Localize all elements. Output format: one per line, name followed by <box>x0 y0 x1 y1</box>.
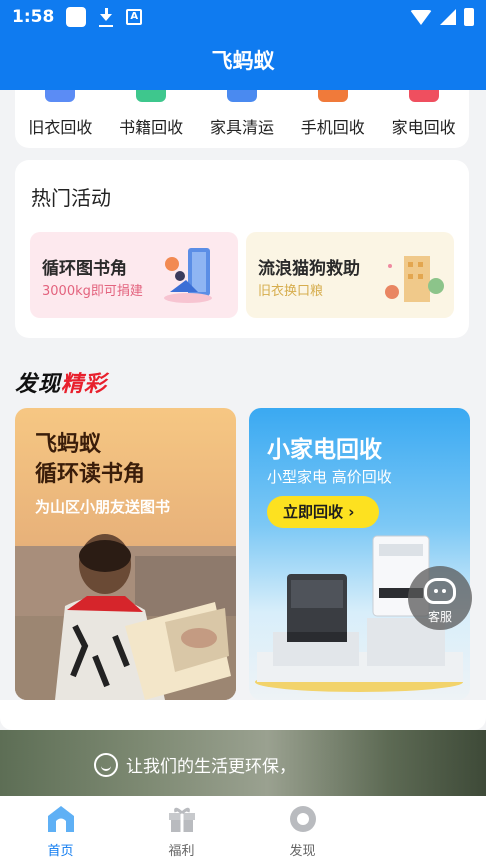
event-animal-rescue[interactable]: 流浪猫狗救助 旧衣换口粮 <box>246 232 454 318</box>
gift-icon <box>168 807 195 832</box>
tab-benefits[interactable]: 福利 <box>121 796 242 864</box>
notification-icon <box>66 7 87 27</box>
category-row: 旧衣回收 书籍回收 家具清运 手机回收 家电回收 <box>15 90 469 148</box>
event-book-corner[interactable]: 循环图书角 3000kg即可捐建 <box>30 232 238 318</box>
tab-label: 发现 <box>289 844 316 859</box>
battery-icon <box>464 8 474 26</box>
customer-service-button[interactable]: 客服 <box>408 566 472 630</box>
status-time: 1:58 <box>12 7 55 27</box>
hot-events-card: 热门活动 循环图书角 3000kg即可捐建 流浪猫狗救助 旧衣换口粮 <box>15 160 469 338</box>
signal-icon <box>440 9 456 25</box>
content-bottom <box>0 700 486 730</box>
tab-discover[interactable]: 发现 <box>242 796 363 864</box>
discover-icon <box>289 806 316 832</box>
category-label: 家具清运 <box>209 118 274 137</box>
category-label: 旧衣回收 <box>28 118 93 137</box>
category-appliance[interactable]: 家电回收 <box>379 90 469 148</box>
tab-label: 首页 <box>47 844 74 859</box>
recycle-now-button[interactable]: 立即回收 › <box>267 496 379 528</box>
a-notification-icon: A <box>126 9 143 25</box>
promo-title-line2: 循环读书角 <box>35 462 146 487</box>
promo-subtitle: 为山区小朋友送图书 <box>35 498 171 516</box>
category-books[interactable]: 书籍回收 <box>106 90 196 148</box>
tab-home[interactable]: 首页 <box>0 796 121 864</box>
event-title: 流浪猫狗救助 <box>258 259 360 279</box>
clothes-icon <box>45 90 76 102</box>
service-label: 客服 <box>427 610 452 624</box>
book-icon <box>136 90 167 102</box>
furniture-icon <box>226 90 257 102</box>
event-subtitle: 旧衣换口粮 <box>258 284 324 299</box>
slogan: 让我们的生活更环保， <box>94 752 296 777</box>
promo-reading-corner[interactable]: 飞蚂蚁 循环读书角 为山区小朋友送图书 <box>15 408 236 700</box>
app-bar: 飞蚂蚁 <box>0 34 486 90</box>
category-old-clothes[interactable]: 旧衣回收 <box>15 90 105 148</box>
download-icon <box>98 7 114 27</box>
discover-heading: 发现精彩 <box>15 366 107 398</box>
robot-face-icon <box>424 578 456 604</box>
event-subtitle: 3000kg即可捐建 <box>42 284 143 299</box>
smile-icon <box>94 752 118 777</box>
home-icon <box>47 806 74 832</box>
bottom-tab-bar: 首页 福利 发现 <box>0 796 486 864</box>
tab-profile[interactable] <box>363 796 484 864</box>
section-title: 热门活动 <box>31 186 111 210</box>
promo-subtitle: 小型家电 高价回收 <box>267 468 392 486</box>
category-furniture[interactable]: 家具清运 <box>197 90 287 148</box>
slogan-text: 让我们的生活更环保， <box>126 757 296 777</box>
category-label: 家电回收 <box>391 118 456 137</box>
promo-appliance-recycling[interactable]: 小家电回收 小型家电 高价回收 立即回收 › <box>249 408 470 700</box>
discover-heading-red: 精彩 <box>61 372 108 397</box>
wifi-icon <box>410 9 432 25</box>
reading-illustration <box>164 248 212 303</box>
promo-title: 小家电回收 <box>267 437 382 463</box>
event-title: 循环图书角 <box>42 259 127 279</box>
promo-title-line1: 飞蚂蚁 <box>35 432 102 457</box>
category-label: 手机回收 <box>300 118 365 137</box>
app-title: 飞蚂蚁 <box>211 49 275 73</box>
category-phone[interactable]: 手机回收 <box>288 90 378 148</box>
discover-heading-black: 发现 <box>15 372 62 397</box>
status-bar: 1:58 A <box>0 0 486 34</box>
tab-label: 福利 <box>168 844 195 859</box>
promo-title: 飞蚂蚁 循环读书角 <box>35 430 145 490</box>
category-label: 书籍回收 <box>119 118 184 137</box>
building-illustration <box>385 256 444 302</box>
phone-icon <box>317 90 348 102</box>
child-reading-photo <box>15 534 236 700</box>
appliance-icon <box>408 90 439 102</box>
